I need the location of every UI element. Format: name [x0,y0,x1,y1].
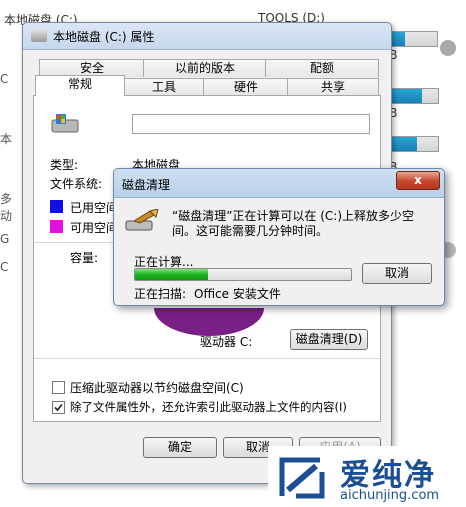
type-label: 类型: [50,158,79,172]
watermark: 爱纯净 aichunjing.com [268,446,466,507]
sidebar-fragment: 本 [0,132,13,146]
free-space-swatch [50,220,63,233]
sidebar-fragment: C [0,72,9,86]
index-label: 除了文件属性外，还允许索引此驱动器上文件的内容(I) [70,400,347,414]
capacity-label: 容量: [70,251,99,265]
drive-icon [50,114,80,136]
watermark-logo-icon [276,452,328,502]
close-button[interactable]: x [396,171,440,190]
sidebar-fragment: G [0,232,10,246]
free-space-label: 可用空间 [70,221,119,235]
divider [34,358,380,359]
tab-quota[interactable]: 配额 [265,59,379,77]
disk-usage-pie [154,308,264,336]
drive-usage-bar [385,136,439,152]
filesystem-label: 文件系统: [50,177,103,191]
tab-hardware[interactable]: 硬件 [203,78,289,96]
drive-icon [31,29,47,42]
tab-sharing[interactable]: 共享 [287,78,379,96]
properties-title: 本地磁盘 (C:) 属性 [53,30,155,44]
close-icon: x [414,173,422,187]
watermark-url: aichunjing.com [340,488,440,503]
volume-name-input[interactable] [132,114,370,134]
used-space-label: 已用空间 [70,201,119,215]
compress-label: 压缩此驱动器以节约磁盘空间(C) [70,381,244,395]
disk-cleanup-dialog: 磁盘清理 x “磁盘清理”正在计算可以在 (C:)上释放多少空 间。这可能需要几… [113,168,445,306]
drive-letter-label: 驱动器 C: [200,335,253,349]
properties-titlebar[interactable]: 本地磁盘 (C:) 属性 [23,23,391,50]
tab-general[interactable]: 常规 [35,75,125,96]
used-space-swatch [50,200,63,213]
checkmark-icon [54,403,63,412]
scanning-label: 正在扫描: [134,287,187,301]
cleanup-message-line2: 间。这可能需要几分钟时间。 [172,224,329,238]
tab-tools[interactable]: 工具 [123,78,205,96]
compress-checkbox[interactable] [52,381,65,394]
drive-icon [440,40,456,56]
progress-fill [135,269,209,280]
cleanup-progress-bar [134,268,352,281]
cleanup-cancel-button[interactable]: 取消 [362,263,432,284]
disk-cleanup-button[interactable]: 磁盘清理(D) [290,329,368,350]
disk-cleanup-icon [124,208,160,235]
ok-button[interactable]: 确定 [143,437,217,458]
sidebar-fragment: C [0,260,9,274]
index-checkbox[interactable] [52,401,65,414]
scanning-value: Office 安装文件 [194,287,281,301]
tab-previous-versions[interactable]: 以前的版本 [143,59,267,77]
cleanup-titlebar[interactable]: 磁盘清理 x [114,169,444,198]
drive-usage-bar [385,88,439,104]
sidebar-fragment: 多动 [0,192,13,223]
cleanup-title: 磁盘清理 [122,178,171,192]
